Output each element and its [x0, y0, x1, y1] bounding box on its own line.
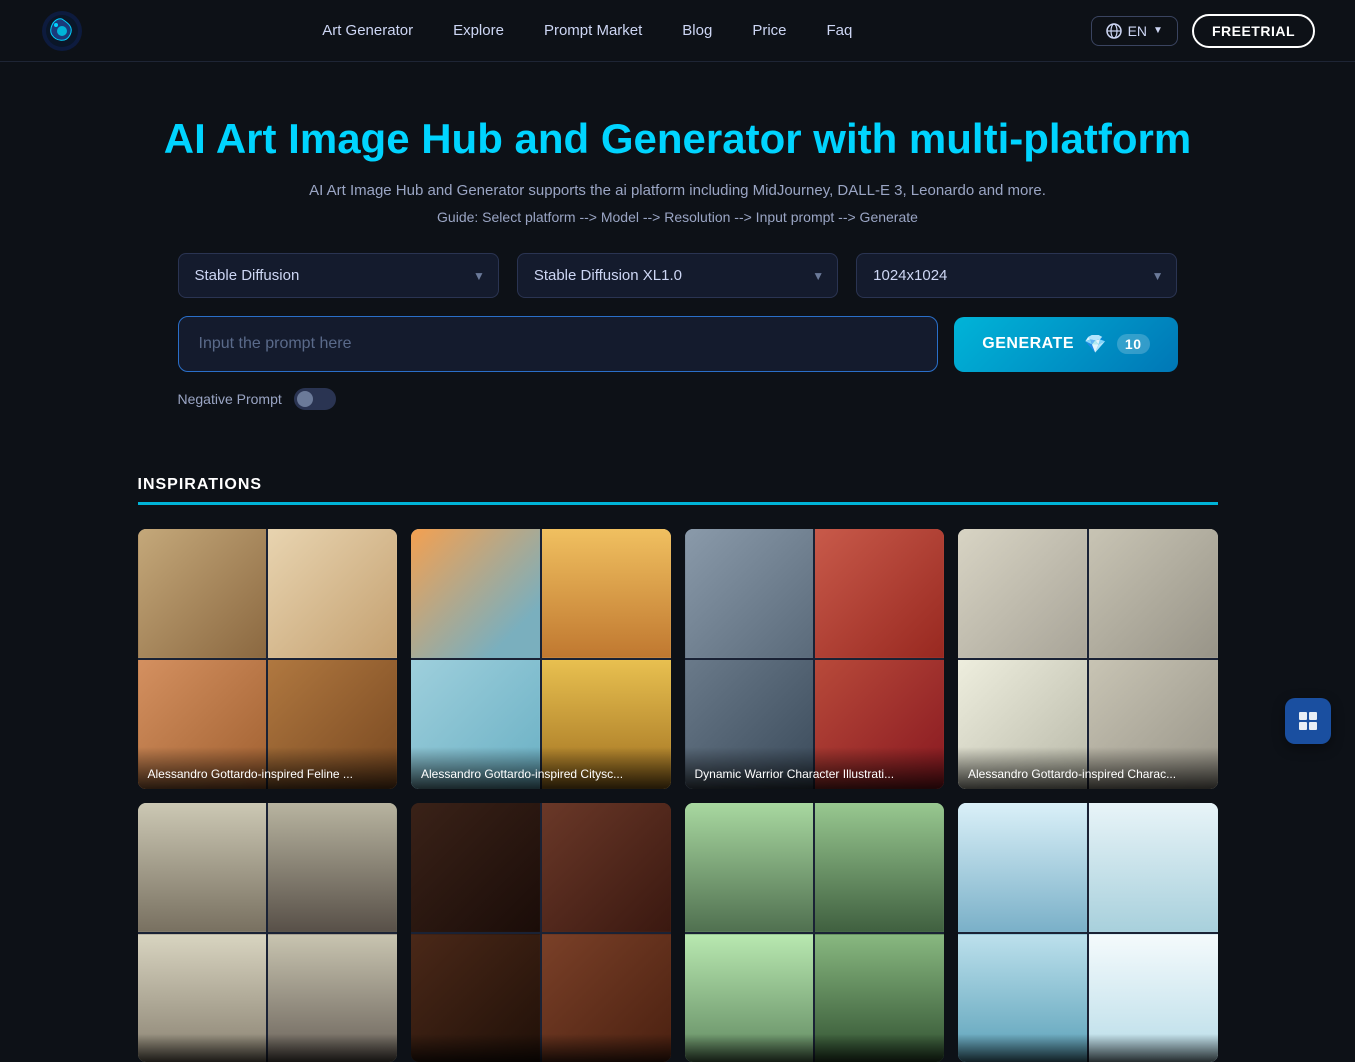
inspiration-card-3[interactable]: Dynamic Warrior Character Illustrati... [685, 529, 945, 789]
hero-subtitle: AI Art Image Hub and Generator supports … [40, 182, 1315, 199]
negative-prompt-label: Negative Prompt [178, 391, 282, 407]
inspiration-card-7[interactable] [685, 803, 945, 1062]
controls-row: Stable Diffusion MidJourney DALL-E 3 Leo… [178, 253, 1178, 298]
hero-section: AI Art Image Hub and Generator with mult… [0, 62, 1355, 476]
hero-title: AI Art Image Hub and Generator with mult… [40, 114, 1315, 164]
chevron-down-icon: ▼ [1153, 25, 1163, 36]
card-inner-7 [685, 803, 945, 1062]
cell-25 [685, 803, 814, 932]
nav-links: Art Generator Explore Prompt Market Blog… [322, 22, 852, 39]
image-grid: Alessandro Gottardo-inspired Feline ... … [138, 529, 1218, 1062]
model-select[interactable]: Stable Diffusion XL1.0 Stable Diffusion … [517, 253, 838, 298]
cell-17 [138, 803, 267, 932]
expand-icon [1297, 710, 1319, 732]
inspiration-card-6[interactable] [411, 803, 671, 1062]
cell-9 [685, 529, 814, 658]
cell-30 [1089, 803, 1218, 932]
language-button[interactable]: EN ▼ [1091, 16, 1178, 46]
negative-prompt-toggle[interactable] [294, 388, 336, 410]
prompt-input[interactable] [178, 316, 939, 372]
credit-count: 10 [1117, 334, 1150, 354]
navbar: Art Generator Explore Prompt Market Blog… [0, 0, 1355, 62]
cell-1 [138, 529, 267, 658]
lang-label: EN [1128, 23, 1147, 39]
card-inner-8 [958, 803, 1218, 1062]
cell-2 [268, 529, 397, 658]
cell-18 [268, 803, 397, 932]
negative-prompt-row: Negative Prompt [178, 388, 1178, 410]
card-label-7 [685, 1034, 945, 1062]
inspiration-card-8[interactable] [958, 803, 1218, 1062]
floating-expand-button[interactable] [1285, 698, 1331, 744]
free-trial-button[interactable]: FREETRIAL [1192, 14, 1315, 48]
platform-select[interactable]: Stable Diffusion MidJourney DALL-E 3 Leo… [178, 253, 499, 298]
nav-blog[interactable]: Blog [682, 22, 712, 39]
inspirations-header: INSPIRATIONS [138, 476, 1218, 513]
logo[interactable] [40, 9, 84, 53]
cell-21 [411, 803, 540, 932]
card-inner-6 [411, 803, 671, 1062]
inspiration-card-4[interactable]: Alessandro Gottardo-inspired Charac... [958, 529, 1218, 789]
inspiration-card-5[interactable] [138, 803, 398, 1062]
resolution-select-wrapper: 1024x1024 512x512 768x768 1024x768 ▼ [856, 253, 1177, 298]
nav-faq[interactable]: Faq [827, 22, 853, 39]
cell-29 [958, 803, 1087, 932]
gem-icon: 💎 [1084, 334, 1107, 355]
platform-select-wrapper: Stable Diffusion MidJourney DALL-E 3 Leo… [178, 253, 499, 298]
card-label-5 [138, 1034, 398, 1062]
card-label-6 [411, 1034, 671, 1062]
nav-right: EN ▼ FREETRIAL [1091, 14, 1315, 48]
cell-10 [815, 529, 944, 658]
inspiration-card-1[interactable]: Alessandro Gottardo-inspired Feline ... [138, 529, 398, 789]
generate-label: GENERATE [982, 335, 1074, 353]
inspirations-section: INSPIRATIONS Alessandro Gottardo-inspire… [98, 476, 1258, 1062]
cell-22 [542, 803, 671, 932]
card-label-8 [958, 1034, 1218, 1062]
resolution-select[interactable]: 1024x1024 512x512 768x768 1024x768 [856, 253, 1177, 298]
inspiration-card-2[interactable]: Alessandro Gottardo-inspired Citysc... [411, 529, 671, 789]
nav-art-generator[interactable]: Art Generator [322, 22, 413, 39]
nav-explore[interactable]: Explore [453, 22, 504, 39]
cell-13 [958, 529, 1087, 658]
prompt-row: GENERATE 💎 10 [178, 316, 1178, 372]
model-select-wrapper: Stable Diffusion XL1.0 Stable Diffusion … [517, 253, 838, 298]
cell-5 [411, 529, 540, 658]
hero-guide: Guide: Select platform --> Model --> Res… [40, 209, 1315, 225]
globe-icon [1106, 23, 1122, 39]
nav-price[interactable]: Price [752, 22, 786, 39]
cell-14 [1089, 529, 1218, 658]
inspirations-title: INSPIRATIONS [138, 476, 1218, 505]
card-inner-5 [138, 803, 398, 1062]
nav-prompt-market[interactable]: Prompt Market [544, 22, 642, 39]
cell-26 [815, 803, 944, 932]
generate-button[interactable]: GENERATE 💎 10 [954, 317, 1177, 372]
cell-6 [542, 529, 671, 658]
